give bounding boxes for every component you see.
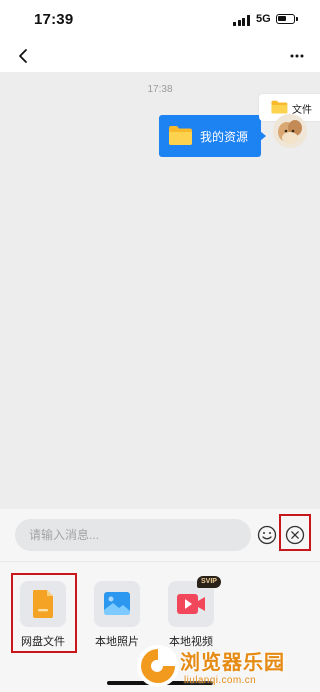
avatar-image: [273, 114, 307, 148]
message-text: 我的资源: [200, 130, 249, 144]
photo-icon: [104, 592, 130, 615]
highlight-box-close: [279, 514, 311, 551]
nav-bar: [0, 40, 320, 72]
more-button[interactable]: [286, 48, 308, 64]
highlight-box-netdisk: [11, 573, 77, 653]
avatar[interactable]: [273, 114, 307, 148]
folder-icon: [169, 126, 192, 145]
status-bar: 17:39 5G: [0, 0, 320, 40]
smiley-icon: [257, 525, 277, 545]
signal-icon: [233, 15, 251, 26]
network-type: 5G: [256, 13, 271, 25]
attach-label: 本地视频: [169, 636, 213, 648]
home-indicator: [107, 681, 213, 685]
message-input[interactable]: [15, 519, 251, 551]
chat-area: 17:38 我的资源 文件: [0, 72, 320, 509]
message-bubble[interactable]: 我的资源: [159, 115, 266, 157]
attach-icon-box: [94, 581, 140, 627]
emoji-button[interactable]: [257, 525, 277, 545]
svip-badge: SVIP: [197, 576, 221, 588]
attach-label: 本地照片: [95, 636, 139, 648]
input-bar: [0, 509, 320, 561]
back-button[interactable]: [14, 45, 34, 67]
folder-icon: [271, 100, 288, 114]
ellipsis-icon: [290, 54, 304, 58]
status-time: 17:39: [34, 11, 74, 28]
chevron-left-icon: [19, 49, 27, 63]
battery-icon: [276, 14, 298, 24]
file-tag-label: 文件: [292, 105, 312, 116]
